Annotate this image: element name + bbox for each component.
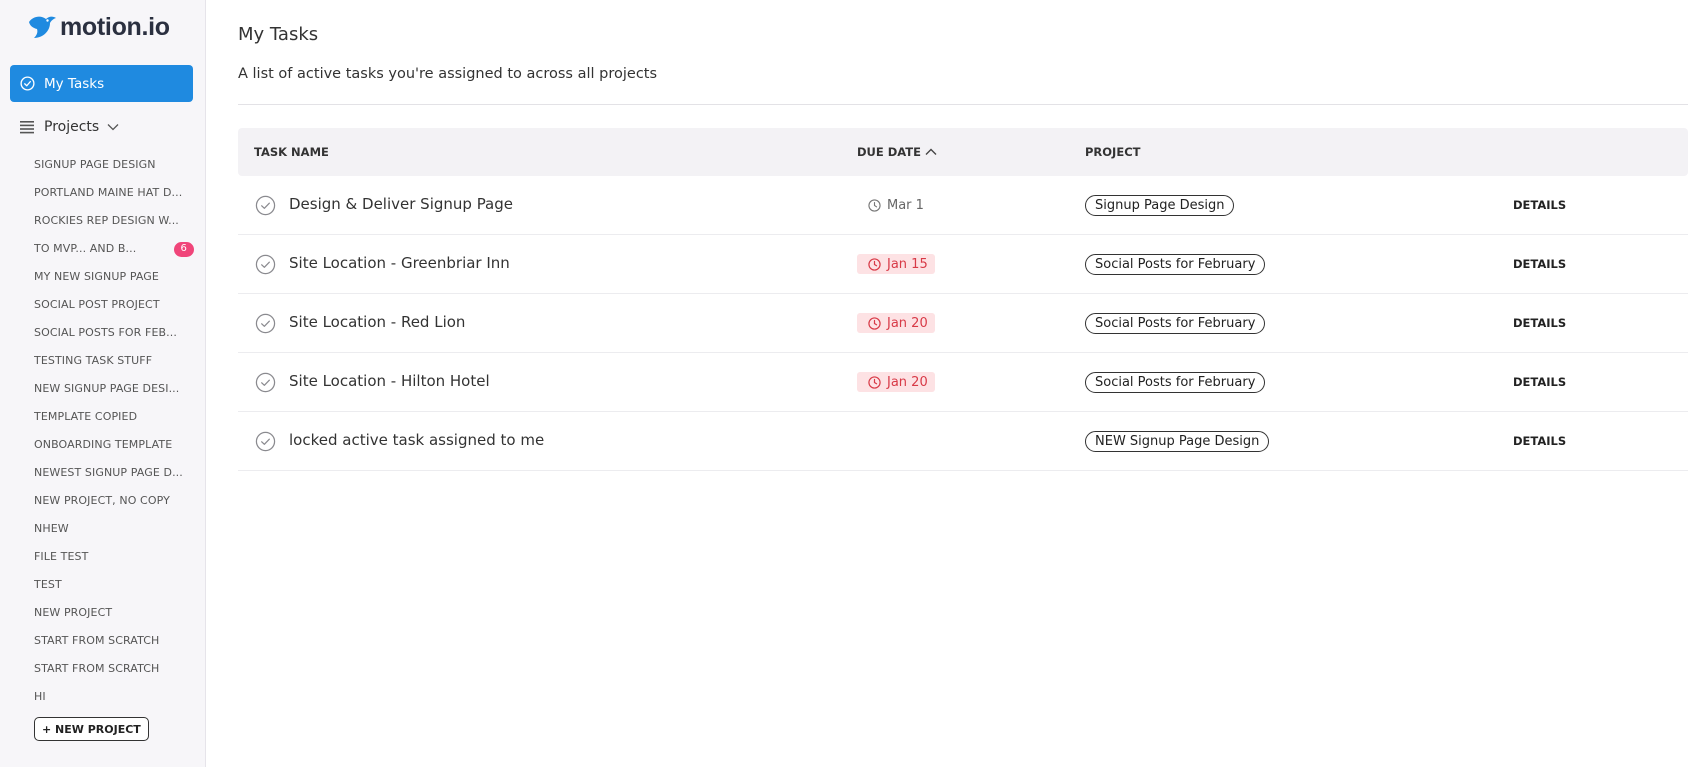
nav-my-tasks-label: My Tasks [44,75,105,92]
project-tag[interactable]: Social Posts for February [1085,372,1266,393]
table-header: TASK NAME DUE DATE PROJECT [238,128,1688,176]
table-row: Site Location - Hilton Hotel Jan 20 Soci… [238,353,1688,412]
sidebar-project-item[interactable]: START FROM SCRATCH [34,626,194,654]
clock-icon [868,316,881,330]
column-header-task-name[interactable]: TASK NAME [254,145,329,159]
details-link[interactable]: DETAILS [1513,316,1566,330]
column-header-due-date[interactable]: DUE DATE [857,145,937,159]
sidebar-project-item[interactable]: ROCKIES REP DESIGN W... [34,206,194,234]
project-tag[interactable]: Social Posts for February [1085,313,1266,334]
clock-icon [868,375,881,389]
clock-icon [868,257,881,271]
table-row: Site Location - Red Lion Jan 20 Social P… [238,294,1688,353]
task-name: Site Location - Hilton Hotel [289,372,490,390]
nav-projects-toggle[interactable]: Projects [10,114,193,140]
sidebar-project-item[interactable]: SOCIAL POSTS FOR FEB... [34,318,194,346]
column-header-due-date-label: DUE DATE [857,145,921,159]
bird-logo-icon [29,16,56,38]
project-list: SIGNUP PAGE DESIGN PORTLAND MAINE HAT D.… [34,150,194,710]
check-circle-icon [20,76,35,91]
sidebar-project-item[interactable]: NEW PROJECT, NO COPY [34,486,194,514]
due-date-overdue: Jan 20 [857,313,935,333]
chevron-up-icon [925,148,937,155]
sidebar-project-item[interactable]: NEW PROJECT [34,598,194,626]
page-title: My Tasks [238,24,319,45]
sidebar-project-item[interactable]: TO MVP... AND B... 6 [34,234,194,262]
sidebar-project-item[interactable]: HI [34,682,194,710]
check-circle-icon[interactable] [255,254,276,275]
check-circle-icon[interactable] [255,431,276,452]
due-date-overdue: Jan 15 [857,254,935,274]
main-content: My Tasks A list of active tasks you're a… [207,0,1698,767]
sidebar-project-item[interactable]: MY NEW SIGNUP PAGE [34,262,194,290]
table-row: Site Location - Greenbriar Inn Jan 15 So… [238,235,1688,294]
task-name: locked active task assigned to me [289,431,545,449]
check-circle-icon[interactable] [255,372,276,393]
sidebar-project-item[interactable]: SIGNUP PAGE DESIGN [34,150,194,178]
sidebar-project-item[interactable]: NEW SIGNUP PAGE DESI... [34,374,194,402]
clock-icon [868,198,881,212]
check-circle-icon[interactable] [255,195,276,216]
sidebar-project-item[interactable]: PORTLAND MAINE HAT D... [34,178,194,206]
sidebar: motion.io My Tasks Projects SIGNUP PAGE … [0,0,206,767]
logo[interactable]: motion.io [27,10,170,44]
sidebar-project-item[interactable]: TESTING TASK STUFF [34,346,194,374]
count-badge: 6 [173,242,194,257]
project-tag[interactable]: NEW Signup Page Design [1085,431,1270,452]
details-link[interactable]: DETAILS [1513,198,1566,212]
due-date: Mar 1 [857,195,931,215]
task-name: Site Location - Red Lion [289,313,466,331]
table-row: locked active task assigned to me NEW Si… [238,412,1688,471]
chevron-down-icon [107,124,119,131]
list-icon [20,121,34,134]
task-name: Design & Deliver Signup Page [289,195,514,213]
table-row: Design & Deliver Signup Page Mar 1 Signu… [238,176,1688,235]
project-tag[interactable]: Social Posts for February [1085,254,1266,275]
due-date-overdue: Jan 20 [857,372,935,392]
sidebar-project-item[interactable]: ONBOARDING TEMPLATE [34,430,194,458]
details-link[interactable]: DETAILS [1513,257,1566,271]
divider [238,104,1688,105]
check-circle-icon[interactable] [255,313,276,334]
nav-projects-label: Projects [44,119,100,135]
sidebar-project-item[interactable]: START FROM SCRATCH [34,654,194,682]
sidebar-project-item[interactable]: NEWEST SIGNUP PAGE D... [34,458,194,486]
sidebar-project-item[interactable]: NHEW [34,514,194,542]
column-header-project[interactable]: PROJECT [1085,145,1140,159]
tasks-table: TASK NAME DUE DATE PROJECT Design & Deli… [238,128,1688,471]
details-link[interactable]: DETAILS [1513,375,1566,389]
page-subtitle: A list of active tasks you're assigned t… [238,66,658,82]
sidebar-project-item[interactable]: SOCIAL POST PROJECT [34,290,194,318]
task-name: Site Location - Greenbriar Inn [289,254,510,272]
nav-my-tasks[interactable]: My Tasks [10,65,193,102]
project-tag[interactable]: Signup Page Design [1085,195,1235,216]
sidebar-project-item[interactable]: TEST [34,570,194,598]
logo-text: motion.io [60,12,170,41]
new-project-button[interactable]: + NEW PROJECT [34,717,149,741]
details-link[interactable]: DETAILS [1513,434,1566,448]
sidebar-project-item[interactable]: TEMPLATE COPIED [34,402,194,430]
sidebar-project-item[interactable]: FILE TEST [34,542,194,570]
